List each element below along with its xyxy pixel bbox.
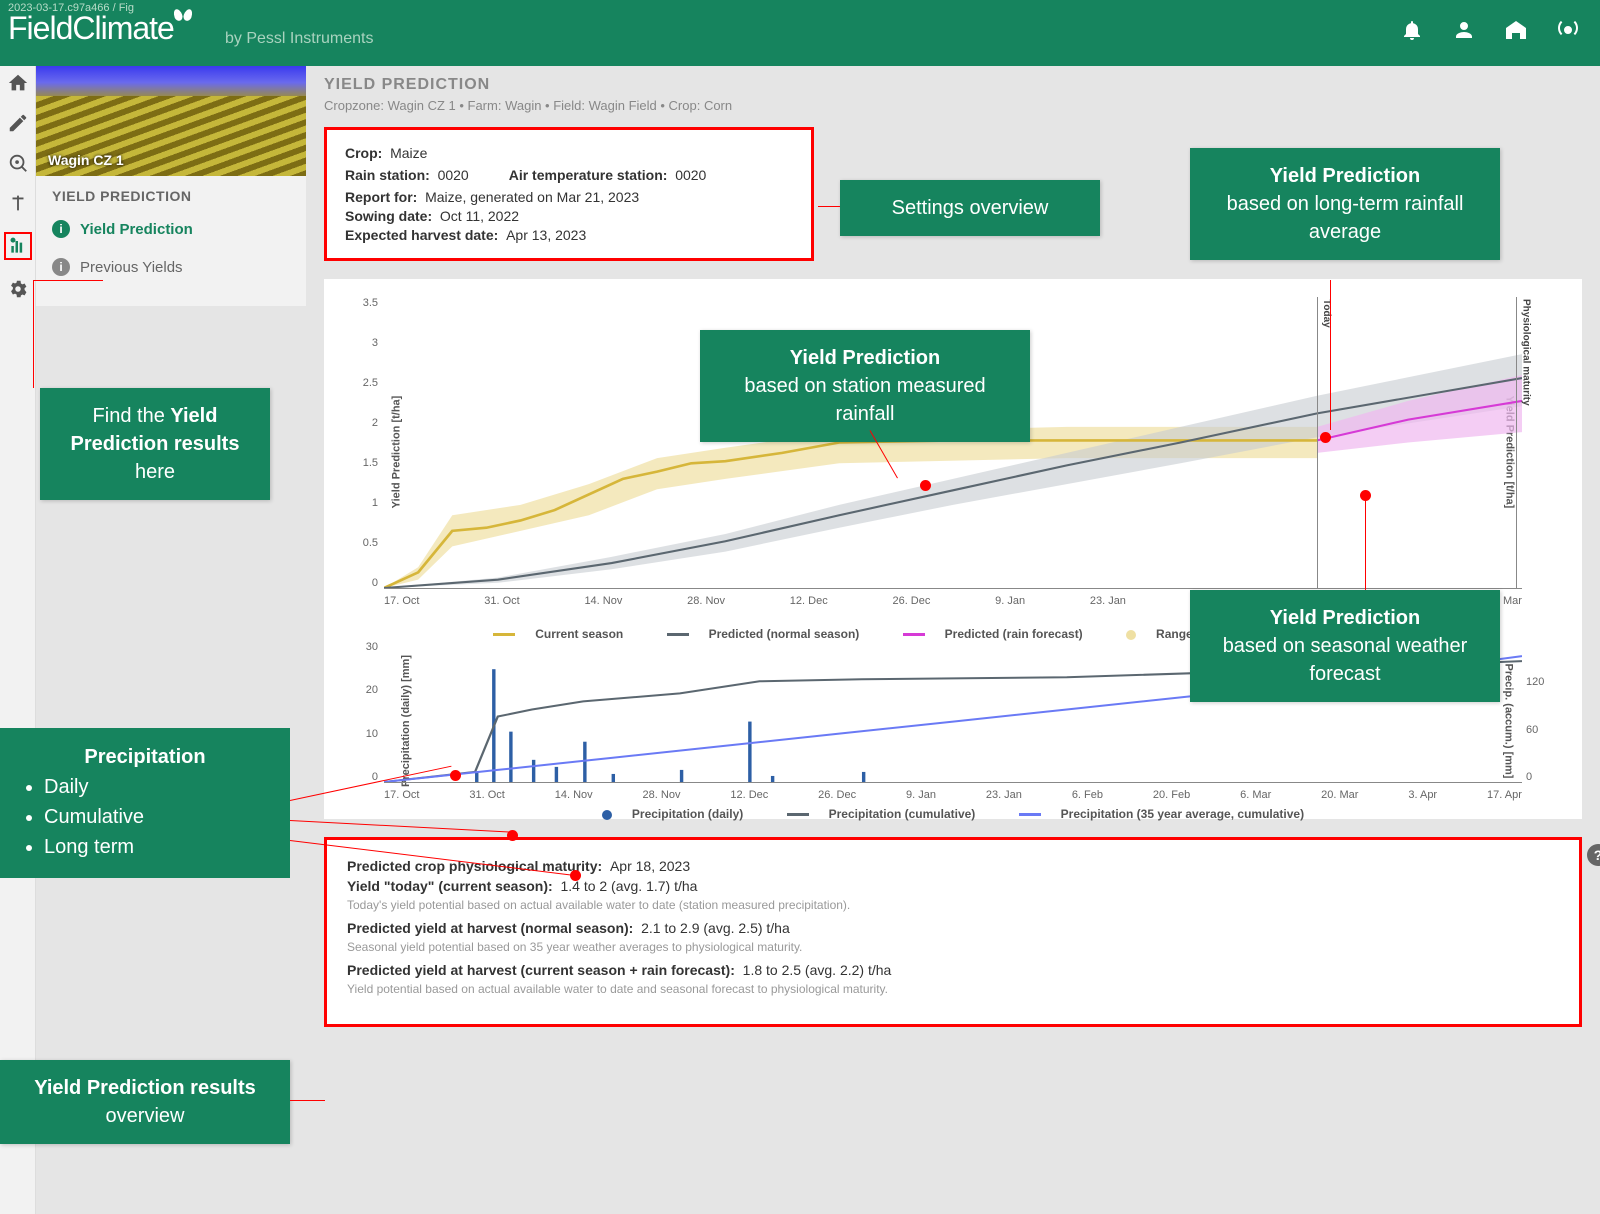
y-ticks-right: 120600 bbox=[1526, 641, 1556, 783]
bell-icon[interactable] bbox=[1400, 18, 1424, 42]
callout-find-results: Find the Yield Prediction results here bbox=[40, 388, 270, 500]
broadcast-icon[interactable] bbox=[1556, 18, 1580, 42]
sidebar-item-yield-prediction[interactable]: i Yield Prediction bbox=[36, 210, 306, 248]
color-picker-icon[interactable] bbox=[7, 112, 29, 134]
top-icons bbox=[1400, 18, 1580, 42]
info-icon: i bbox=[52, 258, 70, 276]
logo-subtitle: by Pessl Instruments bbox=[225, 30, 374, 48]
barn-icon[interactable] bbox=[1504, 18, 1528, 42]
leaf-icon bbox=[174, 9, 192, 27]
page-title: YIELD PREDICTION bbox=[324, 76, 1582, 94]
results-card: ? Predicted crop physiological maturity:… bbox=[324, 837, 1582, 1027]
callout-precip: Precipitation DailyCumulativeLong term bbox=[0, 728, 290, 878]
sidebar: Wagin CZ 1 YIELD PREDICTION i Yield Pred… bbox=[36, 66, 306, 306]
left-rail bbox=[0, 66, 36, 1214]
chart2-legend: Precipitation (daily) Precipitation (cum… bbox=[344, 807, 1562, 821]
callout-yp-long: Yield Predictionbased on long-term rainf… bbox=[1190, 148, 1500, 260]
person-icon[interactable] bbox=[1452, 18, 1476, 42]
y-ticks: 3.532.521.510.50 bbox=[354, 297, 378, 589]
sidebar-section-title: YIELD PREDICTION bbox=[36, 176, 306, 210]
yield-chart-icon[interactable] bbox=[4, 232, 32, 260]
callout-results: Yield Prediction results overview bbox=[0, 1060, 290, 1144]
y-ticks-left: 3020100 bbox=[354, 641, 378, 783]
x-ticks-2: 17. Oct31. Oct14. Nov28. Nov12. Dec26. D… bbox=[384, 789, 1522, 801]
crop-title: Wagin CZ 1 bbox=[48, 152, 124, 168]
callout-settings: Settings overview bbox=[840, 180, 1100, 236]
maturity-label: Physiological maturity bbox=[1520, 299, 1531, 406]
crop-image[interactable]: Wagin CZ 1 bbox=[36, 66, 306, 176]
gear-icon[interactable] bbox=[7, 278, 29, 300]
callout-yp-station: Yield Predictionbased on station measure… bbox=[700, 330, 1030, 442]
callout-yp-seasonal: Yield Predictionbased on seasonal weathe… bbox=[1190, 590, 1500, 702]
settings-card: Crop: Maize Rain station: 0020 Air tempe… bbox=[324, 127, 814, 261]
breadcrumb: Cropzone: Wagin CZ 1 • Farm: Wagin • Fie… bbox=[324, 98, 1582, 113]
logo: FieldClimate bbox=[8, 10, 192, 47]
sidebar-item-label: Yield Prediction bbox=[80, 221, 193, 238]
home-icon[interactable] bbox=[7, 72, 29, 94]
info-icon: i bbox=[52, 220, 70, 238]
help-icon[interactable]: ? bbox=[1587, 844, 1600, 866]
sidebar-item-label: Previous Yields bbox=[80, 259, 183, 276]
pole-icon[interactable] bbox=[7, 192, 29, 214]
topbar: 2023-03-17.c97a466 / Fig FieldClimate by… bbox=[0, 0, 1600, 66]
search-target-icon[interactable] bbox=[7, 152, 29, 174]
